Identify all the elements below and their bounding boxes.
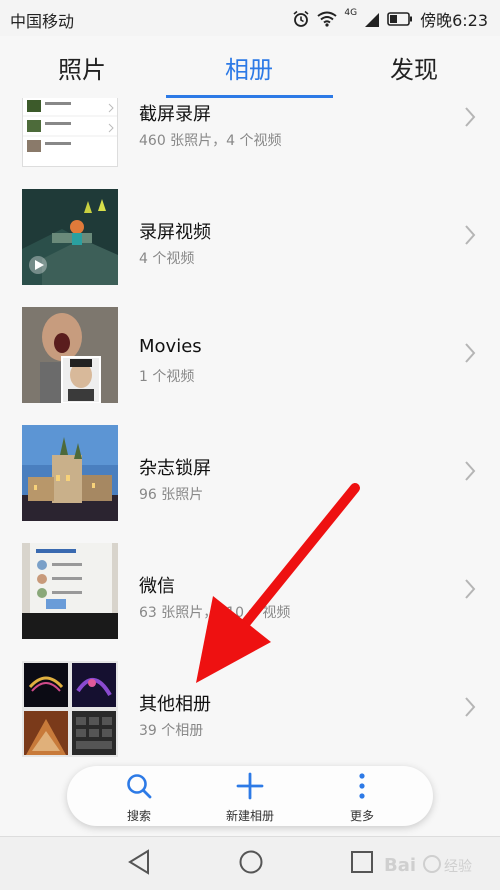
album-thumbnail (22, 307, 118, 403)
wifi-icon (317, 11, 337, 27)
chevron-right-icon (465, 225, 476, 245)
album-row-magazine-lock[interactable]: 杂志锁屏 96 张照片 (0, 414, 500, 533)
album-count: 460 张照片，4 个视频 (139, 133, 282, 149)
album-row-screenshots[interactable]: 截屏录屏 460 张照片，4 个视频 (0, 98, 500, 179)
more-label: 更多 (349, 809, 374, 823)
chevron-right-icon (465, 461, 476, 481)
network-type-label: 4G (344, 8, 358, 18)
chevron-right-icon (465, 343, 476, 363)
home-icon[interactable] (238, 849, 264, 875)
carrier-name: 中国移动 (10, 12, 75, 31)
search-label: 搜索 (126, 809, 151, 823)
alarm-icon (293, 10, 309, 27)
album-thumbnail (22, 98, 118, 167)
album-count: 96 张照片 (139, 487, 204, 503)
album-name: 杂志锁屏 (139, 458, 211, 479)
svg-text:Bai: Bai (384, 855, 416, 876)
chevron-right-icon (465, 579, 476, 599)
album-name: 其他相册 (139, 694, 211, 715)
search-icon (127, 774, 152, 799)
more-button[interactable]: 更多 (312, 772, 412, 824)
back-icon[interactable] (128, 849, 150, 875)
album-thumbnail (22, 543, 118, 639)
album-name: Movies (139, 336, 202, 357)
album-name: 截屏录屏 (139, 104, 211, 125)
signal-icon (365, 12, 380, 27)
album-list: 截屏录屏 460 张照片，4 个视频 录屏视频 4 个视频 Movies 1 个… (0, 98, 500, 768)
system-nav-bar: Bai 经验 (0, 836, 500, 890)
album-row-screen-recordings[interactable]: 录屏视频 4 个视频 (0, 178, 500, 297)
chevron-right-icon (465, 697, 476, 717)
svg-text:经验: 经验 (444, 859, 472, 875)
recents-icon[interactable] (350, 849, 374, 875)
more-vertical-icon (359, 773, 365, 799)
album-count: 1 个视频 (139, 369, 195, 385)
album-name: 微信 (139, 576, 175, 597)
album-row-other-albums[interactable]: 其他相册 39 个相册 (0, 650, 500, 768)
tab-bar: 照片 相册 发现 (0, 36, 500, 99)
album-count: 39 个相册 (139, 723, 204, 739)
search-button[interactable]: 搜索 (89, 772, 189, 824)
plus-icon (236, 772, 264, 800)
new-album-label: 新建相册 (225, 809, 274, 823)
chevron-right-icon (465, 107, 476, 127)
tab-photos[interactable]: 照片 (58, 50, 106, 85)
album-row-wechat[interactable]: 微信 63 张照片，210 个视频 (0, 532, 500, 651)
battery-icon (387, 12, 413, 26)
clock: 傍晚6:23 (420, 11, 488, 30)
album-row-movies[interactable]: Movies 1 个视频 (0, 296, 500, 415)
bottom-action-bar: 搜索 新建相册 更多 (67, 766, 433, 826)
album-thumbnail (22, 661, 118, 757)
new-album-button[interactable]: 新建相册 (200, 772, 300, 824)
album-name: 录屏视频 (139, 222, 211, 243)
album-thumbnail (22, 425, 118, 521)
baidu-watermark-logo: Bai 经验 (384, 855, 472, 876)
status-bar: 中国移动 4G 傍晚6:23 (0, 0, 500, 36)
status-icons: 4G 傍晚6:23 (292, 7, 488, 31)
tab-albums[interactable]: 相册 (225, 50, 273, 85)
tab-discover[interactable]: 发现 (390, 50, 438, 85)
album-count: 63 张照片，210 个视频 (139, 605, 291, 621)
album-count: 4 个视频 (139, 251, 195, 267)
album-thumbnail (22, 189, 118, 285)
